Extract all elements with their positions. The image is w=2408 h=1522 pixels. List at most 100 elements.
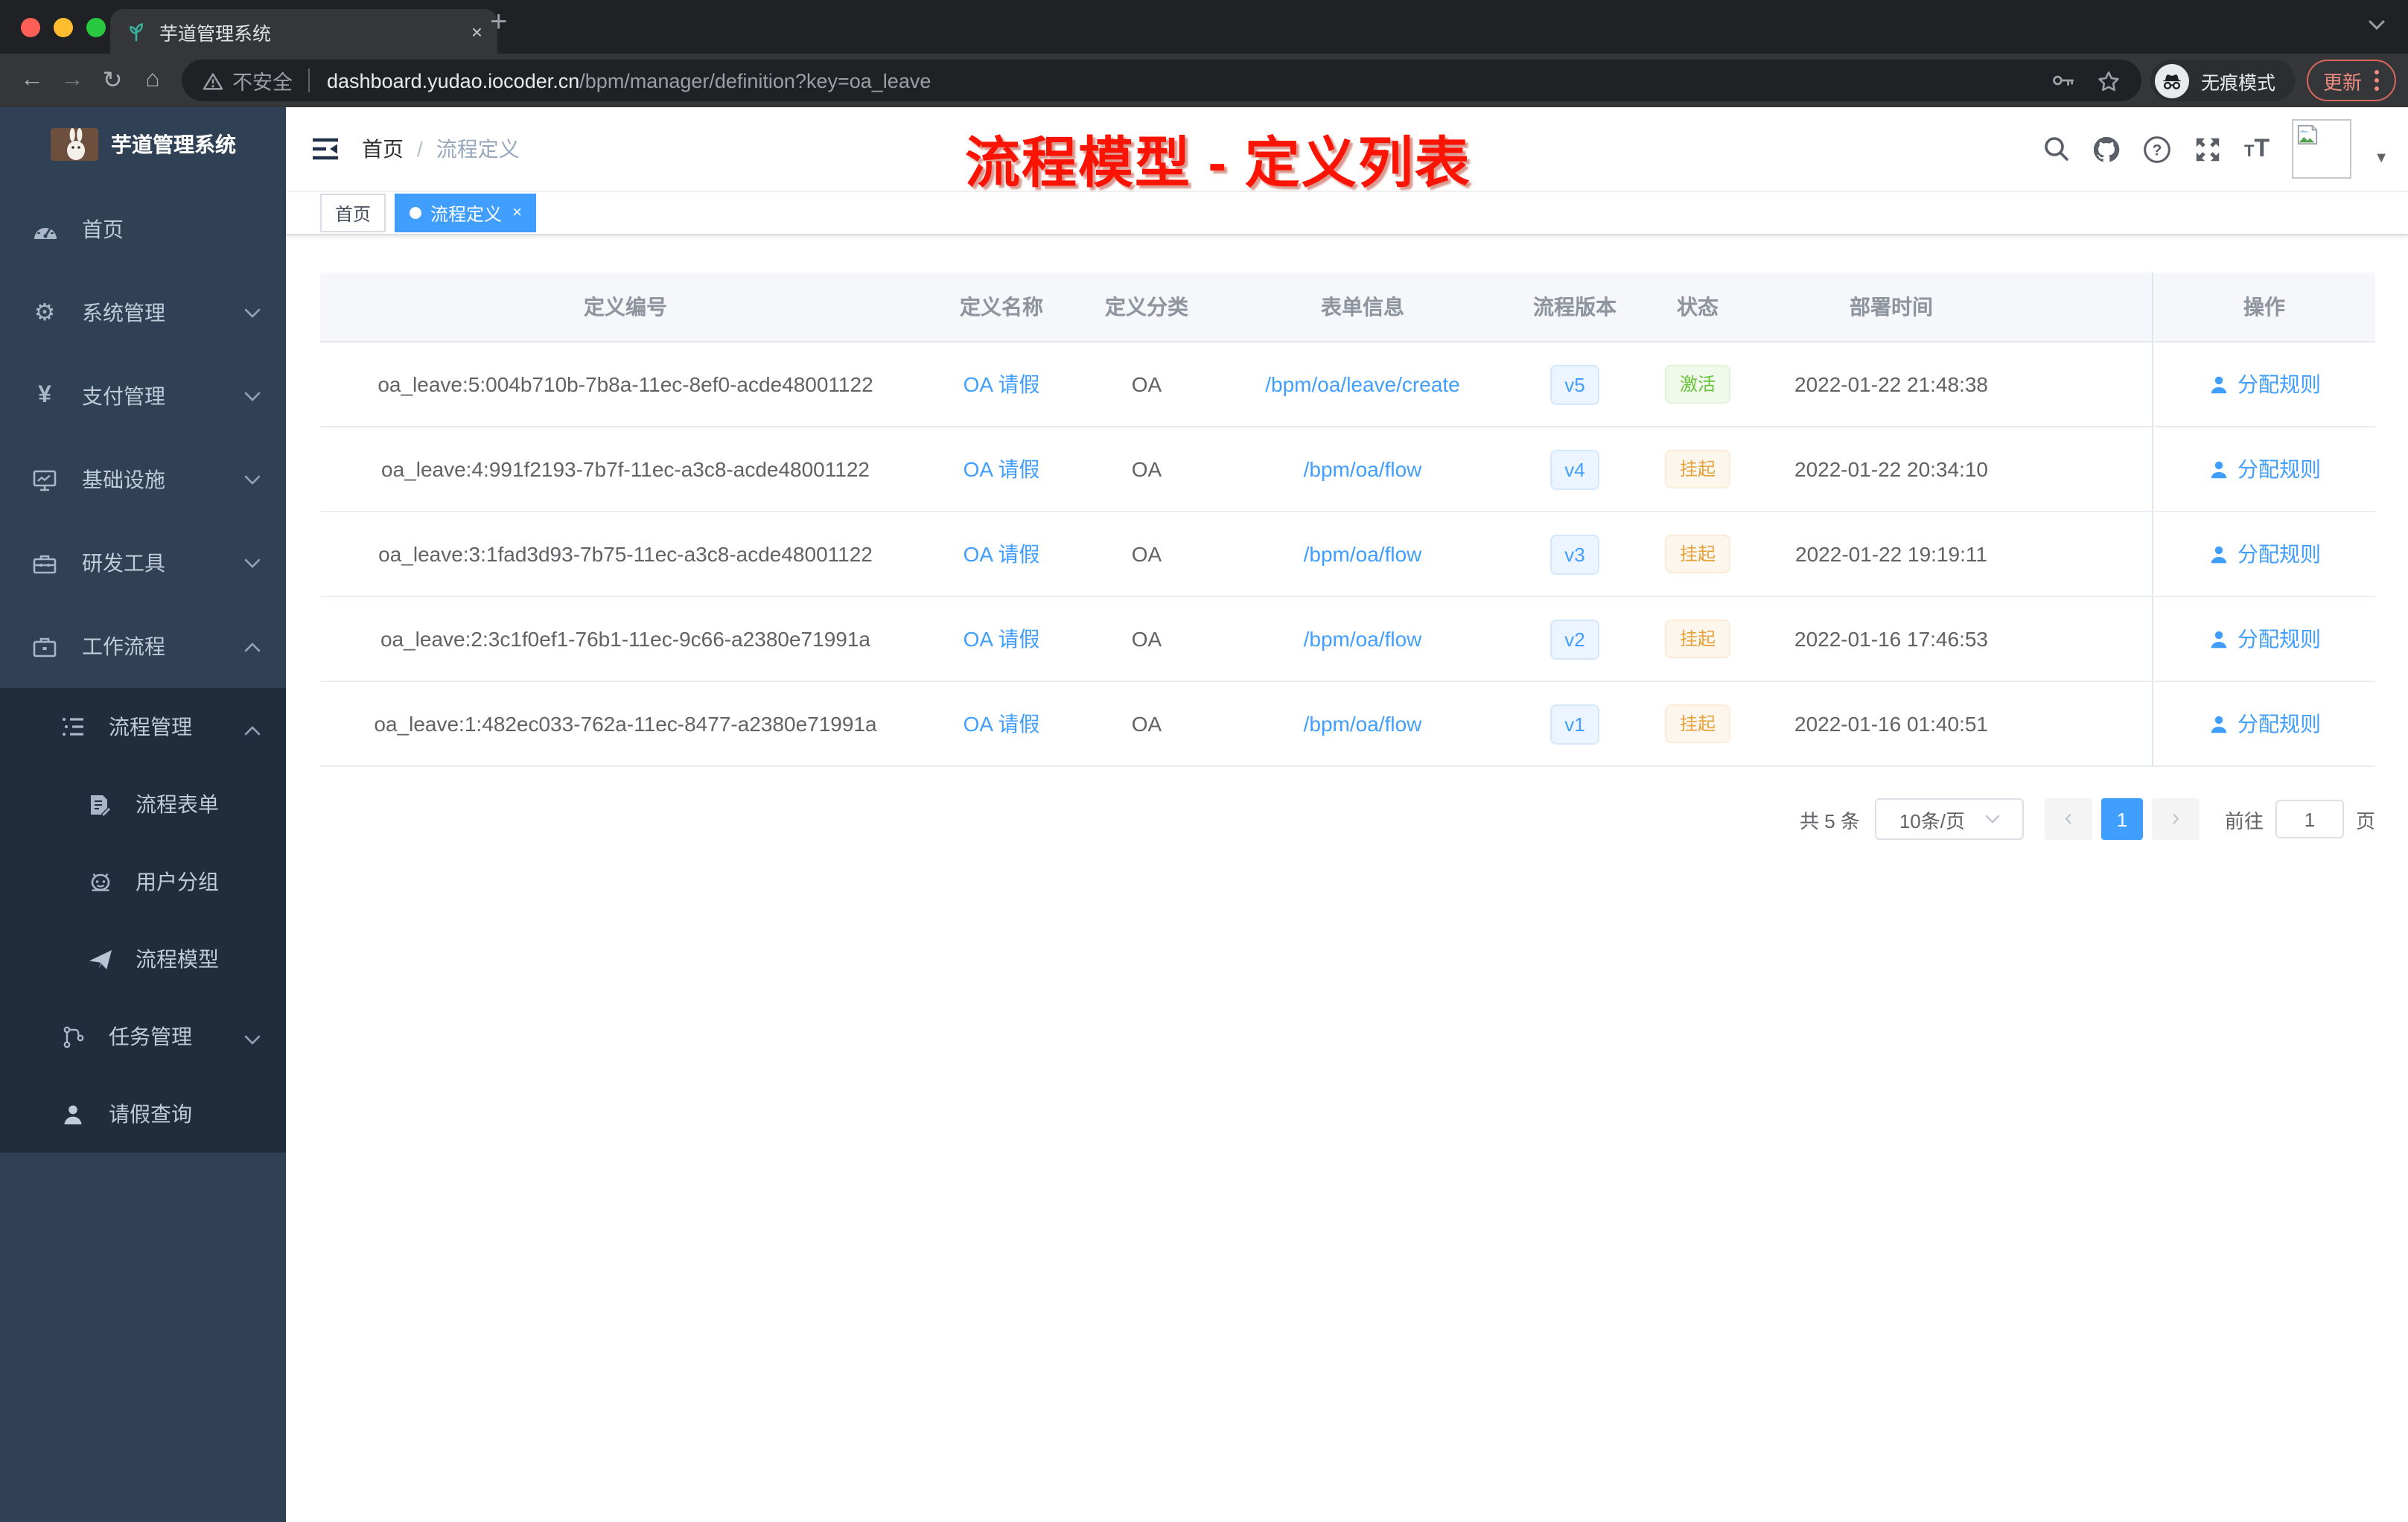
form-link[interactable]: /bpm/oa/flow [1304, 457, 1422, 481]
tag-process-definition[interactable]: 流程定义 × [395, 194, 537, 232]
collapse-sidebar-icon[interactable] [311, 137, 340, 161]
chevron-down-icon [244, 392, 261, 402]
user-icon [2210, 630, 2226, 648]
insecure-label: 不安全 [232, 71, 293, 94]
sidebar-item-process-model[interactable]: 流程模型 [0, 920, 286, 998]
deploy-time: 2022-01-16 01:40:51 [1794, 712, 1988, 736]
next-page-button[interactable]: › [2151, 798, 2200, 840]
more-menu-icon[interactable] [2374, 69, 2380, 92]
address-bar[interactable]: 不安全 dashboard.yudao.iocoder.cn/bpm/manag… [182, 60, 2141, 101]
sidebar-item-user-group[interactable]: 用户分组 [0, 843, 286, 920]
browser-tab[interactable]: 芋道管理系统 × [110, 9, 497, 54]
favicon-seedling-icon [125, 20, 147, 42]
sidebar-item-label: 流程表单 [136, 792, 219, 816]
tag-close-icon[interactable]: × [512, 204, 522, 222]
new-tab-button[interactable]: + [490, 6, 507, 40]
sidebar-item-infrastructure[interactable]: 基础设施 [0, 438, 286, 521]
assign-rule-button[interactable]: 分配规则 [2208, 624, 2321, 654]
omnibox-actions [2051, 69, 2121, 92]
sidebar-item-label: 流程管理 [109, 715, 192, 739]
definition-id: oa_leave:4:991f2193-7b7f-11ec-a3c8-acde4… [381, 457, 870, 481]
font-size-icon[interactable]: TT [2244, 134, 2270, 164]
tag-home[interactable]: 首页 [320, 194, 386, 232]
bookmark-star-icon[interactable] [2097, 69, 2121, 92]
breadcrumb-separator: / [417, 137, 423, 161]
page-size-select[interactable]: 10条/页 [1874, 798, 2024, 840]
sidebar-item-process-management[interactable]: 流程管理 [0, 688, 286, 765]
chevron-down-icon [244, 308, 261, 319]
sidebar-item-leave-query[interactable]: 请假查询 [0, 1075, 286, 1153]
sidebar-logo[interactable]: 芋道管理系统 [0, 107, 286, 182]
forward-icon[interactable]: → [52, 67, 92, 94]
definition-name-link[interactable]: OA 请假 [963, 454, 1040, 484]
definition-category: OA [1131, 457, 1162, 481]
incognito-icon [2154, 63, 2189, 98]
password-key-icon[interactable] [2051, 70, 2076, 91]
fullscreen-icon[interactable] [2194, 135, 2222, 163]
sidebar-filler [0, 1153, 286, 1522]
toolbox-icon [31, 552, 58, 574]
assign-rule-button[interactable]: 分配规则 [2208, 369, 2321, 399]
definition-name-link[interactable]: OA 请假 [963, 539, 1040, 569]
definition-name-link[interactable]: OA 请假 [963, 709, 1040, 739]
col-header-id: 定义编号 [584, 295, 667, 319]
deploy-time: 2022-01-16 17:46:53 [1794, 627, 1988, 651]
total-count: 共 5 条 [1800, 809, 1860, 832]
flow-nodes-icon [60, 1025, 86, 1048]
form-link[interactable]: /bpm/oa/leave/create [1265, 372, 1460, 396]
avatar[interactable] [2292, 119, 2352, 179]
insecure-warning-icon[interactable] [203, 71, 223, 90]
tab-close-icon[interactable]: × [471, 20, 482, 42]
definition-id: oa_leave:2:3c1f0ef1-76b1-11ec-9c66-a2380… [380, 627, 870, 651]
assign-rule-button[interactable]: 分配规则 [2208, 709, 2321, 739]
goto-page-input[interactable]: 1 [2275, 800, 2344, 838]
sidebar-item-task-management[interactable]: 任务管理 [0, 998, 286, 1075]
col-header-category: 定义分类 [1105, 295, 1188, 319]
sidebar-item-devtools[interactable]: 研发工具 [0, 521, 286, 605]
deploy-time: 2022-01-22 21:48:38 [1794, 372, 1988, 396]
url-divider [308, 69, 309, 92]
minimize-window-button[interactable] [54, 18, 73, 37]
status-badge: 激活 [1664, 365, 1730, 404]
chrome-update-button[interactable]: 更新 [2306, 60, 2396, 101]
avatar-dropdown-caret-icon[interactable]: ▼ [2374, 150, 2389, 167]
sidebar-item-home[interactable]: 首页 [0, 188, 286, 271]
breadcrumb-home[interactable]: 首页 [362, 134, 404, 164]
sidebar-item-workflow[interactable]: 工作流程 [0, 605, 286, 688]
col-header-actions: 操作 [2152, 273, 2375, 341]
help-icon[interactable]: ? [2143, 135, 2171, 163]
reload-icon[interactable]: ↻ [92, 66, 133, 95]
version-badge: v3 [1549, 534, 1600, 574]
form-link[interactable]: /bpm/oa/flow [1304, 542, 1422, 566]
search-icon[interactable] [2043, 136, 2070, 162]
sidebar-item-label: 用户分组 [136, 870, 219, 894]
assign-rule-button[interactable]: 分配规则 [2208, 454, 2321, 484]
browser-tab-strip: 芋道管理系统 × + [0, 0, 2408, 54]
assign-rule-button[interactable]: 分配规则 [2208, 539, 2321, 569]
chevron-down-icon [244, 558, 261, 569]
app-window: 芋道管理系统 首页 ⚙ 系统管理 ¥ 支付管理 基础设施 研发工具 工作流程 流… [0, 107, 2408, 1522]
form-link[interactable]: /bpm/oa/flow [1304, 627, 1422, 651]
github-icon[interactable] [2092, 135, 2121, 163]
user-icon [2210, 460, 2226, 478]
definition-name-link[interactable]: OA 请假 [963, 369, 1040, 399]
app-title: 芋道管理系统 [111, 133, 236, 156]
form-link[interactable]: /bpm/oa/flow [1304, 712, 1422, 736]
current-page-button[interactable]: 1 [2100, 798, 2143, 840]
definition-name-link[interactable]: OA 请假 [963, 624, 1040, 654]
sidebar-item-payment[interactable]: ¥ 支付管理 [0, 354, 286, 438]
yen-icon: ¥ [38, 383, 51, 408]
prev-page-button[interactable]: ‹ [2044, 798, 2092, 840]
window-controls [21, 18, 106, 37]
status-badge: 挂起 [1664, 704, 1730, 743]
paper-plane-icon [86, 948, 113, 970]
home-icon[interactable]: ⌂ [133, 67, 173, 94]
tags-view-bar: 首页 流程定义 × [286, 192, 2408, 235]
back-icon[interactable]: ← [12, 67, 52, 94]
sidebar-item-process-form[interactable]: 流程表单 [0, 765, 286, 843]
tab-search-chevron-icon[interactable] [2368, 19, 2386, 31]
close-window-button[interactable] [21, 18, 40, 37]
maximize-window-button[interactable] [86, 18, 106, 37]
sidebar-item-system[interactable]: ⚙ 系统管理 [0, 271, 286, 354]
briefcase-icon [31, 635, 58, 657]
